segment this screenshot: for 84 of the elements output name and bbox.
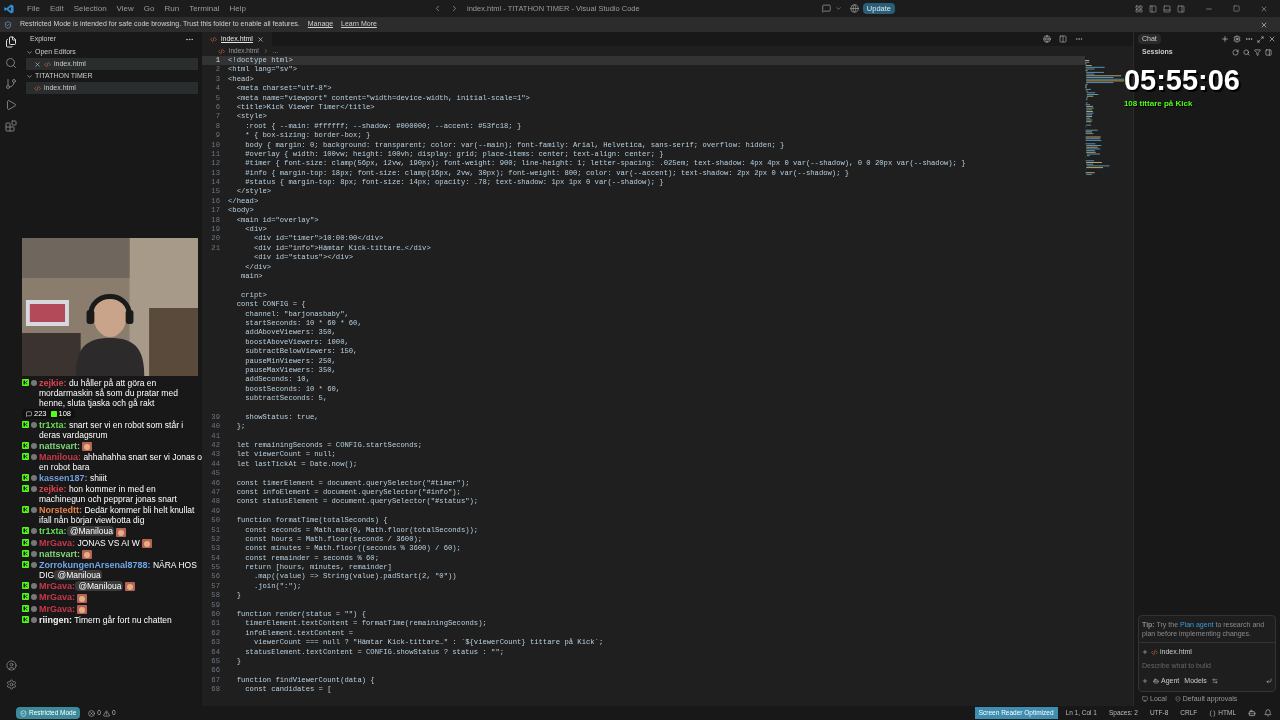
menu-item[interactable]: Help (224, 2, 251, 15)
chat-message: zejkie: du håller på att göra en mordarmaskin så som du pratar med henne, sluta tjaska och gå rakt (39, 378, 179, 408)
split-editor-icon[interactable] (1059, 35, 1067, 43)
extensions-icon[interactable] (5, 120, 17, 132)
chat-message: Norstedtt: Dedär kommer bli helt knullat ifall nån börjar viewbotta dig (39, 505, 196, 526)
chat-message: MrGava: (39, 603, 87, 614)
search-icon[interactable] (5, 57, 17, 69)
send-icon[interactable] (1266, 678, 1272, 685)
layout-icon[interactable] (1135, 4, 1143, 13)
html-file-icon (34, 84, 41, 92)
chat-message: MrGava: (39, 592, 87, 603)
close-icon[interactable] (34, 60, 41, 68)
more-icon[interactable] (1245, 35, 1253, 43)
globe-icon[interactable] (1043, 35, 1051, 43)
chat-message: nattsvart: (39, 441, 92, 452)
settings-icon[interactable] (1233, 35, 1241, 43)
chat-icon[interactable] (821, 4, 831, 13)
maximize-icon[interactable] (1257, 35, 1264, 43)
shield-icon (1174, 695, 1181, 702)
close-icon[interactable] (1268, 35, 1276, 43)
menu-item[interactable]: File (22, 2, 45, 15)
close-icon[interactable] (1260, 20, 1268, 29)
chevron-icon[interactable] (26, 48, 33, 56)
avatar-icon (31, 380, 37, 386)
tools-icon[interactable] (1211, 678, 1218, 685)
chat-message: riingen: Timern går fort nu chatten (39, 614, 172, 625)
agent-icon (1153, 678, 1159, 685)
chat-message: tr1xta: snart ser vi en robot som står i deras vardagsrum (39, 420, 185, 440)
search-icon[interactable] (1243, 48, 1250, 56)
maximize-icon[interactable] (1233, 5, 1240, 12)
sidebar-toggle-icon[interactable] (1149, 4, 1157, 13)
chat-message: tr1xta: @Maniloua (39, 526, 126, 537)
run-icon[interactable] (5, 99, 17, 111)
html-file-icon (44, 60, 51, 68)
secondary-sidebar-icon[interactable] (1177, 4, 1185, 13)
chat-message: nattsvart: (39, 548, 92, 559)
chat-message: kassen187: shiiit (39, 473, 107, 484)
settings-icon[interactable] (5, 679, 17, 690)
shield-icon (20, 709, 27, 717)
panel-icon[interactable] (1265, 48, 1272, 56)
chat-message: MrGava: @Maniloua (39, 581, 135, 592)
add-context-icon[interactable] (1142, 649, 1148, 656)
bell-icon[interactable] (1264, 709, 1272, 717)
filter-icon[interactable] (1254, 48, 1261, 56)
add-icon[interactable] (1142, 678, 1148, 685)
warning-icon (102, 709, 110, 717)
avatar-icon (31, 507, 37, 514)
panel-toggle-icon[interactable] (1163, 4, 1171, 13)
avatar-icon (31, 422, 37, 428)
more-icon[interactable] (1075, 35, 1083, 43)
refresh-icon[interactable] (1232, 48, 1239, 56)
chat-message: zejkie: hon kommer in med en machinegun och pepprar jonas snart (39, 484, 178, 505)
viewer-count: 108 tittare på Kick (1123, 98, 1193, 110)
new-chat-icon[interactable] (1221, 35, 1229, 43)
chat-icon (26, 411, 32, 417)
html-file-icon (218, 47, 225, 55)
close-icon[interactable] (1260, 4, 1268, 13)
explorer-icon[interactable] (5, 36, 17, 48)
account-icon[interactable] (5, 660, 17, 671)
close-icon[interactable] (256, 35, 264, 43)
back-icon[interactable] (433, 4, 442, 13)
menu-item[interactable]: Go (138, 2, 160, 15)
menu-item[interactable]: View (111, 2, 139, 15)
chat-message: ZorrokungenArsenal8788: NÄRA HOS DIG @Maniloua (39, 560, 198, 580)
caret-icon[interactable] (834, 5, 842, 12)
forward-icon[interactable] (450, 4, 459, 13)
menu-item[interactable]: Edit (44, 2, 69, 15)
menu-item[interactable]: Terminal (184, 2, 225, 15)
html-file-icon (210, 35, 217, 43)
shield-icon (4, 20, 12, 29)
globe-icon[interactable] (849, 4, 859, 13)
monitor-icon (1142, 695, 1148, 702)
chat-message: MrGava: JONAS VS AI W (39, 537, 152, 548)
error-icon (88, 709, 96, 717)
timer-text: 05:55:06 (1123, 64, 1240, 96)
menu-item[interactable]: Selection (68, 2, 112, 15)
chevron-icon (262, 48, 269, 54)
braces-icon (1209, 709, 1217, 717)
app-logo-icon (4, 3, 14, 14)
source-control-icon[interactable] (5, 78, 17, 90)
html-file-icon (1151, 648, 1158, 656)
menu-item[interactable]: Run (159, 2, 185, 15)
badge-icon (50, 411, 57, 417)
chevron-icon[interactable] (26, 72, 33, 80)
